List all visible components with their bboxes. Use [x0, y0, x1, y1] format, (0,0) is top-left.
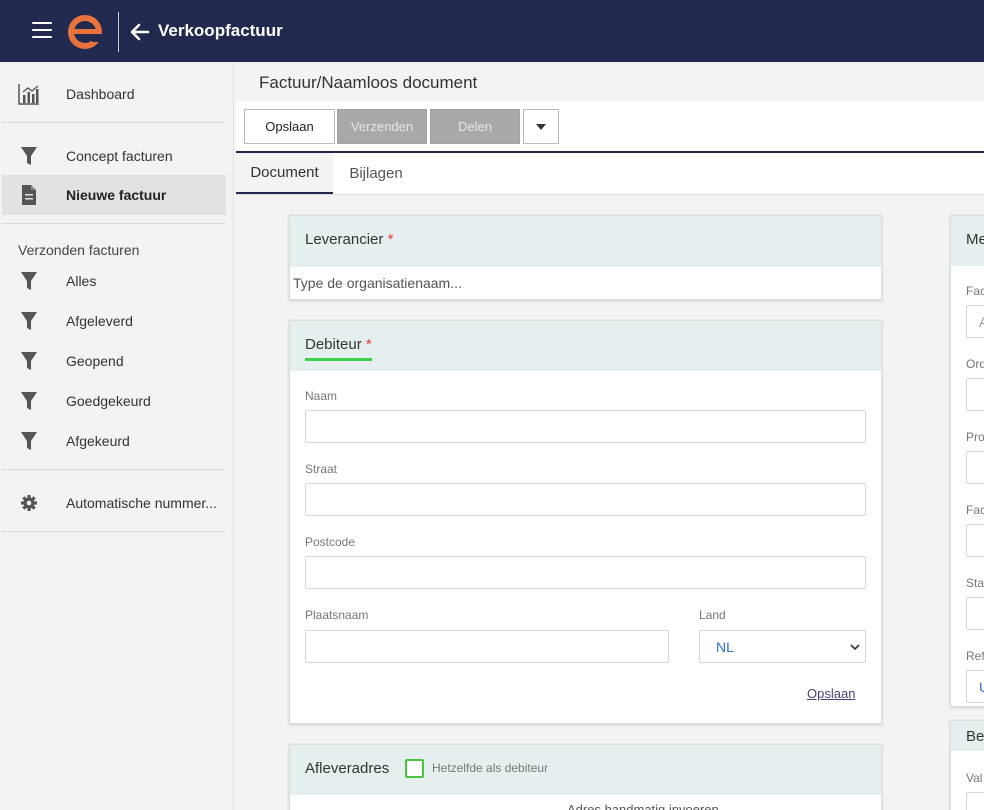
- field-label: Pro: [966, 430, 984, 444]
- field-label: Ord: [966, 357, 984, 371]
- sidebar: Dashboard Concept facturen Nieuwe factuu…: [0, 62, 234, 810]
- gear-icon: [21, 495, 37, 511]
- postcode-label: Postcode: [305, 535, 356, 549]
- same-as-debtor-checkbox[interactable]: [405, 759, 424, 778]
- menu-icon[interactable]: [32, 22, 52, 38]
- sidebar-section-heading: Verzonden facturen: [18, 242, 140, 258]
- field-label: Val: [966, 771, 983, 785]
- sidebar-item-automatische-nummering[interactable]: Automatische nummer...: [2, 483, 226, 523]
- sidebar-item-geopend[interactable]: Geopend: [2, 341, 226, 381]
- sidebar-item-concept-facturen[interactable]: Concept facturen: [2, 136, 226, 176]
- header-divider: [118, 12, 119, 52]
- land-value: NL: [716, 638, 734, 655]
- land-select[interactable]: NL: [699, 630, 866, 663]
- logo-icon[interactable]: [66, 13, 104, 51]
- filter-icon: [21, 272, 37, 290]
- sidebar-item-label: Alles: [66, 273, 97, 289]
- required-marker: *: [365, 336, 372, 353]
- leverancier-title: Leverancier: [305, 231, 384, 248]
- land-label: Land: [699, 608, 726, 622]
- sidebar-item-label: Dashboard: [66, 86, 135, 102]
- caret-down-icon: [536, 123, 546, 130]
- save-button[interactable]: Opslaan: [244, 109, 335, 144]
- sidebar-item-label: Automatische nummer...: [66, 495, 217, 511]
- filter-icon: [21, 147, 37, 165]
- tab-document[interactable]: Document: [236, 153, 333, 194]
- straat-input[interactable]: [305, 483, 866, 516]
- field-input[interactable]: [966, 524, 984, 557]
- postcode-input[interactable]: [305, 556, 866, 589]
- sidebar-item-nieuwe-factuur[interactable]: Nieuwe factuur: [2, 175, 226, 215]
- card-header: Me: [951, 216, 984, 266]
- straat-label: Straat: [305, 462, 338, 476]
- card-header: Be: [951, 721, 984, 751]
- sidebar-divider: [2, 531, 226, 532]
- sidebar-item-label: Geopend: [66, 353, 124, 369]
- document-title: Factuur/Naamloos document: [259, 73, 478, 92]
- sidebar-item-label: Nieuwe factuur: [66, 187, 167, 203]
- field-label: Sta: [966, 576, 984, 590]
- plaatsnaam-input[interactable]: [305, 630, 669, 663]
- share-button[interactable]: Delen: [430, 109, 520, 144]
- field-label: Fac: [966, 503, 984, 517]
- debiteur-title: Debiteur: [305, 336, 362, 353]
- sidebar-item-afgeleverd[interactable]: Afgeleverd: [2, 301, 226, 341]
- sidebar-divider: [2, 122, 226, 123]
- field-label: Ref: [966, 649, 984, 663]
- sidebar-item-label: Concept facturen: [66, 148, 173, 164]
- field-input[interactable]: [966, 451, 984, 484]
- filter-icon: [21, 312, 37, 330]
- manual-address-link[interactable]: Adres handmatig invoeren: [567, 802, 719, 810]
- leverancier-card: Leverancier * Type de organisatienaam...: [289, 215, 882, 300]
- afleveradres-card: Afleveradres Hetzelfde als debiteur Adre…: [289, 744, 882, 810]
- tab-bar: Document Bijlagen: [236, 153, 984, 195]
- card-title: Debiteur *: [305, 336, 372, 361]
- card-header: Debiteur *: [290, 321, 881, 371]
- sidebar-item-dashboard[interactable]: Dashboard: [2, 74, 226, 114]
- field-input[interactable]: [966, 597, 984, 630]
- sidebar-item-label: Goedgekeurd: [66, 393, 151, 409]
- card-header: Leverancier *: [290, 216, 881, 267]
- field-value: A: [979, 314, 984, 330]
- toolbar: Opslaan Verzenden Delen: [236, 101, 984, 153]
- filter-icon: [21, 432, 37, 450]
- field-label: Fac: [966, 284, 984, 298]
- card-title: Be: [966, 728, 984, 745]
- filter-icon: [21, 392, 37, 410]
- top-bar: Verkoopfactuur: [0, 0, 984, 62]
- organisation-search-input[interactable]: Type de organisatienaam...: [293, 275, 462, 291]
- chevron-down-icon: [850, 644, 860, 651]
- plaatsnaam-label: Plaatsnaam: [305, 608, 369, 622]
- card-header: Afleveradres Hetzelfde als debiteur: [290, 745, 881, 795]
- chart-icon: [18, 84, 39, 105]
- naam-label: Naam: [305, 389, 338, 403]
- naam-input[interactable]: [305, 410, 866, 443]
- sidebar-item-goedgekeurd[interactable]: Goedgekeurd: [2, 381, 226, 421]
- sidebar-item-label: Afgekeurd: [66, 433, 130, 449]
- debiteur-card: Debiteur * Naam Straat Postcode Plaatsna…: [289, 320, 882, 724]
- more-dropdown-button[interactable]: [523, 109, 559, 144]
- tab-bijlagen[interactable]: Bijlagen: [333, 153, 419, 194]
- filter-icon: [21, 352, 37, 370]
- card-title: Afleveradres: [305, 760, 390, 777]
- sidebar-divider: [2, 223, 226, 224]
- required-marker: *: [387, 231, 394, 248]
- checkbox-label: Hetzelfde als debiteur: [432, 761, 549, 775]
- sidebar-item-alles[interactable]: Alles: [2, 261, 226, 301]
- field-input[interactable]: U: [966, 670, 984, 703]
- field-input[interactable]: [966, 378, 984, 411]
- sidebar-divider: [2, 469, 226, 470]
- document-icon: [22, 185, 36, 205]
- card-title: Leverancier *: [305, 231, 393, 248]
- sidebar-item-afgekeurd[interactable]: Afgekeurd: [2, 421, 226, 461]
- field-input[interactable]: A: [966, 305, 984, 338]
- page-title: Verkoopfactuur: [158, 21, 283, 40]
- sidebar-item-label: Afgeleverd: [66, 313, 133, 329]
- debiteur-save-link[interactable]: Opslaan: [807, 686, 855, 701]
- back-arrow-icon[interactable]: [128, 22, 150, 42]
- field-value: U: [979, 679, 984, 695]
- send-button[interactable]: Verzenden: [337, 109, 427, 144]
- card-title: Me: [966, 231, 984, 248]
- field-input[interactable]: [966, 792, 984, 810]
